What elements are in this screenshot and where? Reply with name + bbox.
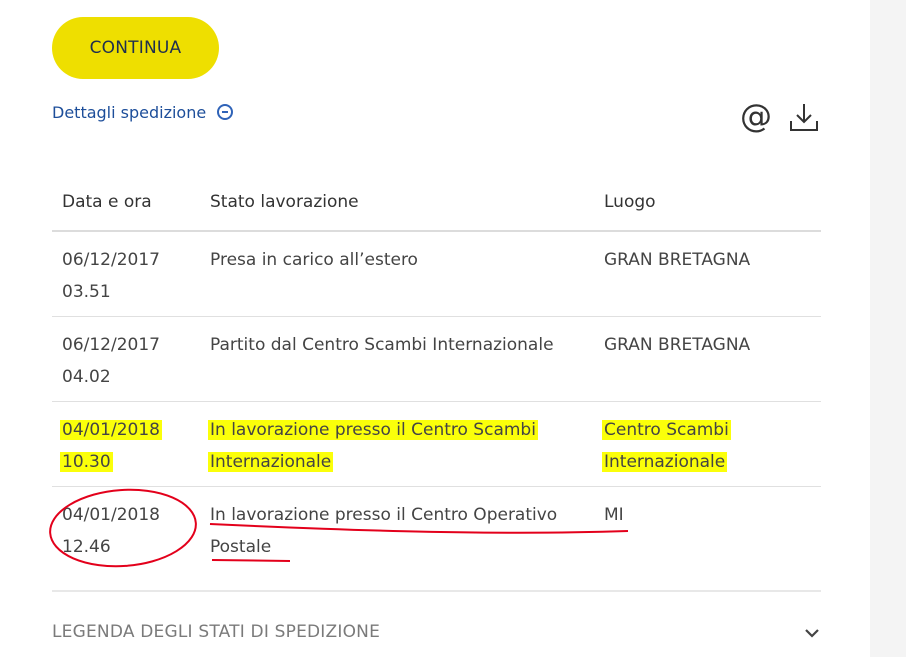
row-time: 12.46 — [62, 537, 111, 557]
row-status: Presa in carico all’estero — [210, 250, 418, 270]
at-icon[interactable]: @ — [740, 100, 772, 132]
row-date: 04/01/2018 — [60, 420, 162, 440]
table-row-highlighted: 04/01/2018 10.30 In lavorazione presso il… — [52, 402, 821, 487]
row-place: GRAN BRETAGNA — [604, 250, 751, 270]
row-time: 03.51 — [62, 282, 111, 302]
table-header: Data e ora Stato lavorazione Luogo — [52, 182, 821, 232]
row-date: 06/12/2017 — [62, 335, 160, 355]
row-time: 10.30 — [60, 452, 113, 472]
header-status: Stato lavorazione — [210, 192, 359, 212]
row-place: GRAN BRETAGNA — [604, 335, 751, 355]
row-status: In lavorazione presso il Centro Operativ… — [210, 505, 558, 525]
row-status-cont: Internazionale — [208, 452, 334, 472]
table-row-annotated: 04/01/2018 12.46 In lavorazione presso il… — [52, 487, 821, 571]
header-date: Data e ora — [62, 192, 152, 212]
page-gutter — [870, 0, 906, 657]
shipment-details-label: Dettagli spedizione — [52, 102, 207, 122]
shipment-details-toggle[interactable]: Dettagli spedizione — [52, 101, 234, 123]
continue-button[interactable]: CONTINUA — [52, 17, 219, 79]
tracking-table: Data e ora Stato lavorazione Luogo 06/12… — [52, 182, 821, 571]
row-status: Partito dal Centro Scambi Internazionale — [210, 335, 554, 355]
chevron-down-icon[interactable] — [804, 628, 820, 638]
download-icon[interactable] — [788, 101, 820, 133]
row-status: In lavorazione presso il Centro Scambi — [208, 420, 538, 440]
header-place: Luogo — [604, 192, 656, 212]
row-date: 04/01/2018 — [62, 505, 160, 525]
row-date: 06/12/2017 — [62, 250, 160, 270]
row-place: Centro Scambi — [602, 420, 731, 440]
row-place-cont: Internazionale — [602, 452, 728, 472]
row-time: 04.02 — [62, 367, 111, 387]
row-place: MI — [604, 505, 624, 525]
tracking-tools: @ — [740, 100, 822, 133]
minus-circle-icon — [217, 104, 234, 120]
legend-toggle[interactable]: LEGENDA DEGLI STATI DI SPEDIZIONE — [52, 622, 380, 642]
table-row: 06/12/2017 04.02 Partito dal Centro Scamb… — [52, 317, 821, 402]
table-row: 06/12/2017 03.51 Presa in carico all’este… — [52, 232, 821, 317]
row-status-cont: Postale — [210, 537, 272, 557]
divider — [52, 590, 821, 592]
